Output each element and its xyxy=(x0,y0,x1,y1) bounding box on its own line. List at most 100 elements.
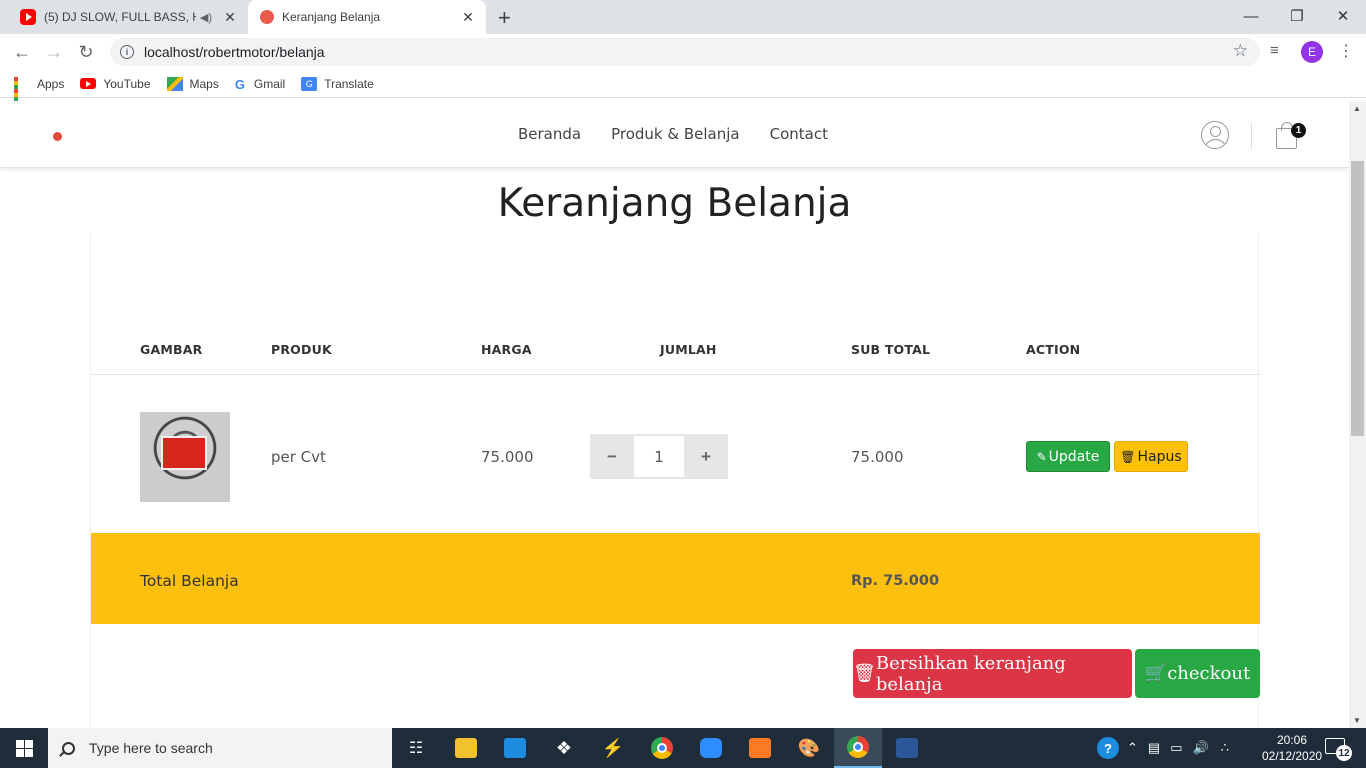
new-tab-icon[interactable]: + xyxy=(498,5,511,31)
url-text: localhost/robertmotor/belanja xyxy=(144,44,325,60)
youtube-icon xyxy=(80,78,97,89)
windows-logo-icon xyxy=(15,739,33,757)
start-button[interactable] xyxy=(0,728,48,768)
tray-icons: ? ⌃ ▤ ▭ 🔊 ∴ xyxy=(1097,728,1229,768)
taskbar-search[interactable]: Type here to search xyxy=(48,728,392,768)
taskbar-clock[interactable]: 20:06 02/12/2020 xyxy=(1262,732,1322,764)
decrease-qty-button[interactable]: − xyxy=(590,434,634,479)
update-button[interactable]: ✎ Update xyxy=(1026,441,1110,472)
edit-icon: ✎ xyxy=(1036,449,1047,464)
update-label: Update xyxy=(1048,448,1100,465)
info-icon[interactable]: i xyxy=(120,45,134,59)
increase-qty-button[interactable]: + xyxy=(684,434,728,479)
bookmark-youtube[interactable]: YouTube xyxy=(80,77,151,91)
page-scrollbar[interactable]: ▲ ▼ xyxy=(1349,101,1366,728)
bookmark-translate[interactable]: G Translate xyxy=(301,76,374,91)
header-action: ACTION xyxy=(1026,342,1081,357)
translate-icon: G xyxy=(301,76,318,91)
help-icon[interactable]: ? xyxy=(1097,737,1119,759)
forward-icon[interactable]: → xyxy=(42,40,66,64)
checkout-button[interactable]: 🛒 checkout xyxy=(1135,649,1260,698)
nav-contact[interactable]: Contact xyxy=(770,125,828,143)
bookmark-gmail[interactable]: G Gmail xyxy=(234,76,285,92)
page-title: Keranjang Belanja xyxy=(497,181,852,226)
battery-icon[interactable]: ▭ xyxy=(1170,740,1182,756)
device-icon[interactable]: ▤ xyxy=(1148,740,1160,756)
total-value: Rp. 75.000 xyxy=(851,573,940,589)
product-label-image xyxy=(161,436,207,470)
scroll-down-icon[interactable]: ▼ xyxy=(1353,716,1361,725)
chrome-icon[interactable] xyxy=(638,728,686,768)
chevron-up-icon[interactable]: ⌃ xyxy=(1127,740,1138,756)
nav-produk-belanja[interactable]: Produk & Belanja xyxy=(611,125,740,143)
browser-toolbar: ← → ↻ i localhost/robertmotor/belanja ☆ … xyxy=(0,34,1366,70)
window-close-icon[interactable]: ✕ xyxy=(1320,0,1366,32)
reload-icon[interactable]: ↻ xyxy=(74,40,98,64)
scroll-thumb[interactable] xyxy=(1351,161,1364,436)
wifi-icon[interactable]: ∴ xyxy=(1221,740,1229,756)
youtube-icon xyxy=(20,9,36,25)
close-tab-icon[interactable]: ✕ xyxy=(458,9,478,26)
clear-cart-label: Bersihkan keranjang belanja xyxy=(875,652,1066,695)
clear-cart-button[interactable]: 🗑 Bersihkan keranjang belanja xyxy=(853,649,1132,698)
tab-title: Keranjang Belanja xyxy=(282,10,381,24)
main-nav: Beranda Produk & Belanja Contact xyxy=(518,125,858,143)
mail-icon[interactable] xyxy=(491,728,539,768)
google-icon: G xyxy=(234,76,245,92)
product-name: per Cvt xyxy=(271,448,326,466)
header-divider xyxy=(1251,123,1252,149)
word-icon[interactable] xyxy=(883,728,931,768)
clock-date: 02/12/2020 xyxy=(1262,749,1323,763)
header-divider-line xyxy=(91,374,1260,375)
bookmarks-bar: Apps YouTube Maps G Gmail G Translate xyxy=(0,70,1366,113)
restore-icon[interactable]: ❐ xyxy=(1274,0,1320,32)
scroll-up-icon[interactable]: ▲ xyxy=(1353,104,1361,113)
address-bar[interactable]: i localhost/robertmotor/belanja ☆ xyxy=(110,38,1260,66)
bolt-app-icon[interactable]: ⚡ xyxy=(589,728,637,768)
profile-avatar[interactable]: E xyxy=(1301,41,1323,63)
checkout-label: checkout xyxy=(1167,663,1251,684)
back-icon[interactable]: ← xyxy=(10,40,34,64)
bookmark-label: Maps xyxy=(189,76,219,91)
zoom-icon[interactable] xyxy=(687,728,735,768)
bookmark-maps[interactable]: Maps xyxy=(166,76,219,91)
clock-time: 20:06 xyxy=(1276,733,1308,747)
user-account-icon[interactable] xyxy=(1201,121,1229,149)
cart-table: GAMBAR PRODUK HARGA JUMLAH SUB TOTAL ACT… xyxy=(90,234,1260,728)
paint-icon[interactable]: 🎨 xyxy=(785,728,833,768)
speaker-icon[interactable]: ◀) xyxy=(200,11,212,24)
site-logo[interactable] xyxy=(53,132,62,141)
product-price: 75.000 xyxy=(481,448,534,466)
windows-taskbar: Type here to search ☷ ❖ ⚡ 🎨 ? ⌃ ▤ ▭ 🔊 ∴ … xyxy=(0,728,1366,768)
file-explorer-icon[interactable] xyxy=(442,728,490,768)
volume-icon[interactable]: 🔊 xyxy=(1193,740,1209,756)
tab-keranjang[interactable]: Keranjang Belanja ✕ xyxy=(248,0,486,34)
browser-tabstrip: (5) DJ SLOW, FULL BASS, HO ◀) ✕ Keranjan… xyxy=(0,0,1366,34)
page-viewport: Beranda Produk & Belanja Contact 1 Keran… xyxy=(0,101,1366,728)
quantity-stepper: − + xyxy=(590,434,728,479)
xampp-icon[interactable] xyxy=(736,728,784,768)
nav-beranda[interactable]: Beranda xyxy=(518,125,581,143)
header-gambar: GAMBAR xyxy=(140,342,203,357)
maps-icon xyxy=(166,76,183,91)
product-subtotal: 75.000 xyxy=(851,448,904,466)
tab-youtube[interactable]: (5) DJ SLOW, FULL BASS, HO ◀) ✕ xyxy=(8,0,248,34)
kebab-menu-icon[interactable]: ⋮ xyxy=(1338,41,1354,61)
notification-count: 12 xyxy=(1336,745,1352,761)
header-jumlah: JUMLAH xyxy=(660,342,717,357)
product-image xyxy=(140,412,230,502)
quantity-input[interactable] xyxy=(634,436,684,477)
dropbox-icon[interactable]: ❖ xyxy=(540,728,588,768)
delete-button[interactable]: 🗑 Hapus xyxy=(1114,441,1188,472)
bookmark-apps[interactable]: Apps xyxy=(14,76,65,113)
bookmark-label: Apps xyxy=(37,76,65,91)
chrome-active-icon[interactable] xyxy=(834,728,882,768)
task-view-icon[interactable]: ☷ xyxy=(392,728,440,768)
minimize-icon[interactable]: — xyxy=(1228,0,1274,32)
bookmark-star-icon[interactable]: ☆ xyxy=(1233,41,1248,61)
cart-count-badge: 1 xyxy=(1291,123,1306,138)
header-subtotal: SUB TOTAL xyxy=(851,342,931,357)
apps-grid-icon xyxy=(14,76,30,113)
media-control-icon[interactable]: ≡ xyxy=(1270,42,1279,59)
close-tab-icon[interactable]: ✕ xyxy=(220,9,240,26)
